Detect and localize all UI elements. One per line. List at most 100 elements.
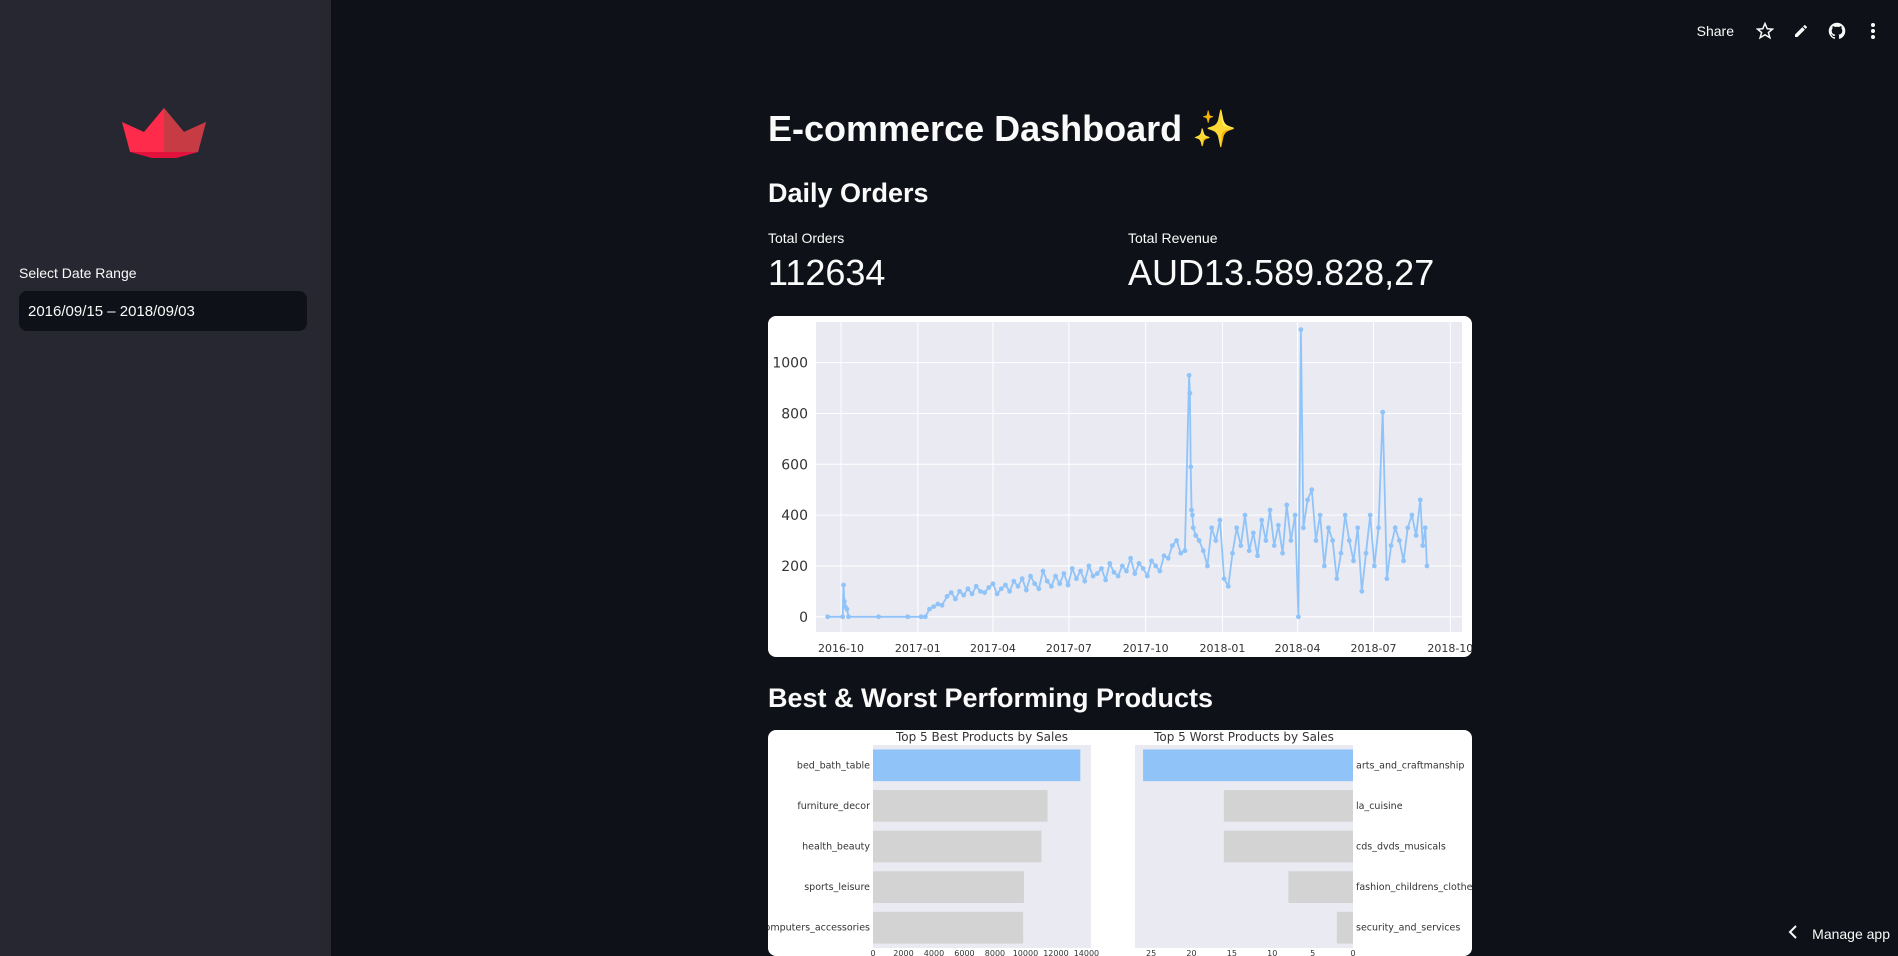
data-point [1380,409,1386,415]
manage-app-label: Manage app [1812,925,1890,942]
data-point [1275,522,1281,528]
data-point [1157,568,1163,574]
data-point [1342,512,1348,518]
more-vert-icon[interactable] [1862,20,1884,42]
bar-x-tick-label: 6000 [954,949,974,956]
data-point [1078,568,1083,574]
data-point [1165,555,1171,561]
manage-app-button[interactable]: Manage app [1788,925,1890,942]
bar [1288,871,1353,903]
data-point [1094,571,1100,576]
data-point [1144,573,1150,579]
data-point [1409,512,1415,518]
bar-category-label: sports_leisure [804,882,870,893]
data-point [1205,563,1210,569]
bar-category-label: cds_dvds_musicals [1356,842,1446,853]
data-point [1321,563,1327,569]
data-point [1190,512,1195,518]
bar [873,871,1024,903]
data-point [1351,558,1356,564]
data-point [1363,550,1369,556]
bar-x-tick-label: 0 [870,949,875,956]
data-point [1420,543,1426,549]
x-tick-label: 2018-10 [1427,642,1472,655]
data-point [1107,560,1113,566]
data-point [1119,563,1125,569]
metric-total-revenue: Total Revenue AUD13.589.828,27 [1128,230,1434,294]
data-point [931,604,937,609]
data-point [1213,538,1219,543]
data-point [1065,582,1071,588]
data-point [965,586,971,592]
data-point [1284,502,1290,508]
data-point [1086,563,1092,569]
data-point [1376,525,1381,531]
data-point [1271,543,1277,549]
github-icon[interactable] [1826,20,1848,42]
data-point [1028,573,1033,579]
data-point [1401,558,1406,564]
data-point [1334,576,1340,582]
data-point [1313,538,1319,543]
bar [873,911,1024,944]
data-point [1292,512,1298,518]
data-point [1082,578,1088,584]
logo-crown-right [164,108,206,158]
data-point [1346,538,1352,543]
data-point [1230,550,1235,556]
data-point [1124,568,1129,574]
daily-orders-svg: 0 200 400 600 800 1000 2016-10 2017-01 2017-04 20… [772,322,1472,655]
data-point [1405,525,1411,531]
data-point [1305,497,1310,503]
sidebar: Select Date Range 2016/09/15 – 2018/09/0… [0,0,331,956]
streamlit-logo [122,108,206,158]
data-point [944,594,950,599]
data-point [1036,586,1042,592]
y-tick-label: 200 [781,559,808,575]
data-point [1259,517,1265,523]
data-point [1221,576,1227,582]
bar-x-tick-label: 14000 [1074,949,1099,956]
bar-x-tick-label: 2000 [893,949,913,956]
products-chart: Top 5 Best Products by Sales bed_bath_tab… [768,730,1472,956]
bar-category-label: bed_bath_table [797,760,870,771]
data-point [841,582,846,588]
bar-category-label: fashion_childrens_clothes [1356,882,1472,893]
data-point [1019,576,1025,582]
y-tick-label: 1000 [772,356,808,372]
data-point [1174,538,1179,543]
bar-x-tick-label: 4000 [924,949,944,956]
bar [873,830,1042,863]
data-point [1074,576,1079,582]
bar-x-tick-label: 10000 [1013,949,1038,956]
bar-x-tick-label: 15 [1227,949,1237,956]
x-tick-label: 2018-01 [1199,642,1245,655]
metric-value: AUD13.589.828,27 [1128,252,1435,293]
data-point [1388,543,1394,549]
star-icon[interactable] [1754,20,1776,42]
data-point [841,599,847,604]
y-tick-label: 400 [781,508,808,524]
data-point [1330,538,1336,543]
date-range-input[interactable]: 2016/09/15 – 2018/09/03 [19,291,307,331]
data-point [1153,563,1159,569]
logo-crown-base [130,152,198,158]
data-point [957,588,962,594]
bar-x-tick-label: 25 [1146,949,1156,956]
data-point [994,591,1000,597]
pencil-icon[interactable] [1790,20,1812,42]
data-point [1189,507,1194,513]
data-point [927,606,932,612]
bar-x-tick-label: 12000 [1043,949,1068,956]
data-point [961,592,967,598]
share-button[interactable]: Share [1697,23,1734,39]
bar-x-tick-label: 8000 [985,949,1005,956]
bar-category-label: arts_and_craftmanship [1356,760,1464,771]
data-point [1280,550,1285,556]
data-point [905,614,911,620]
bar-x-tick-label: 0 [1350,949,1355,956]
data-point [1149,558,1154,564]
data-point [1397,538,1402,543]
data-point [1217,517,1223,523]
date-range-label: Select Date Range [19,265,137,281]
